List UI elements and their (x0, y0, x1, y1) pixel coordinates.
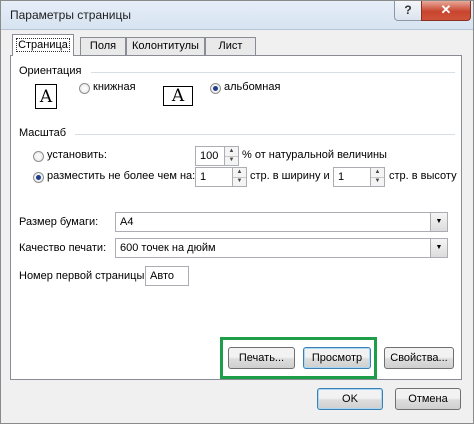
landscape-letter: A (171, 86, 185, 106)
first-page-label: Номер первой страницы: (19, 270, 148, 282)
print-quality-value: 600 точек на дюйм (120, 242, 216, 254)
tab-page[interactable]: Страница (12, 34, 74, 56)
orientation-group-label: Ориентация (19, 65, 82, 77)
tab-panel: Ориентация A книжная A альбомная Масштаб… (10, 55, 462, 380)
tab-sheet[interactable]: Лист (205, 37, 256, 55)
chevron-down-icon[interactable]: ▼ (430, 239, 447, 257)
fit-height-suffix: стр. в высоту (389, 170, 457, 182)
portrait-label: книжная (93, 81, 136, 93)
first-page-input[interactable]: Авто (145, 266, 189, 286)
landscape-radio[interactable] (210, 83, 221, 94)
fit-height-spinner[interactable]: ▲ ▼ (371, 167, 385, 187)
fit-height-input[interactable]: 1 (333, 167, 371, 187)
page-setup-dialog: Параметры страницы ? ✕ Страница Поля Кол… (0, 0, 474, 424)
print-quality-label: Качество печати: (19, 242, 107, 254)
scale-set-radio[interactable] (33, 151, 44, 162)
scale-divider (75, 134, 455, 135)
scale-percent-input[interactable]: 100 (195, 146, 225, 166)
tab-header-footer-label: Колонтитулы (132, 40, 199, 52)
tab-sheet-label: Лист (218, 40, 243, 52)
spin-down-icon[interactable]: ▼ (225, 156, 238, 165)
spin-down-icon[interactable]: ▼ (371, 177, 384, 186)
scale-percent-spinner[interactable]: ▲ ▼ (225, 146, 239, 166)
scale-fit-radio[interactable] (33, 172, 44, 183)
properties-button[interactable]: Свойства... (384, 347, 454, 369)
scale-group-label: Масштаб (19, 127, 67, 139)
fit-width-input[interactable]: 1 (195, 167, 233, 187)
portrait-letter: A (39, 87, 53, 107)
tab-margins-label: Поля (89, 40, 117, 52)
paper-size-label: Размер бумаги: (19, 216, 99, 228)
ok-button[interactable]: OK (317, 388, 383, 410)
tab-margins[interactable]: Поля (80, 37, 126, 55)
help-button[interactable]: ? (394, 1, 422, 21)
tab-page-label: Страница (16, 38, 70, 52)
scale-percent-suffix: % от натуральной величины (242, 149, 387, 161)
fit-width-suffix: стр. в ширину и (250, 170, 330, 182)
portrait-page-icon: A (35, 84, 57, 109)
close-icon: ✕ (440, 2, 452, 17)
cancel-button[interactable]: Отмена (395, 388, 461, 410)
title-bar: Параметры страницы ? ✕ (1, 1, 473, 30)
print-quality-select[interactable]: 600 точек на дюйм ▼ (115, 238, 448, 258)
tab-header-footer[interactable]: Колонтитулы (126, 37, 205, 55)
close-button[interactable]: ✕ (421, 1, 471, 21)
scale-set-label: установить: (47, 149, 107, 161)
portrait-radio[interactable] (79, 83, 90, 94)
paper-size-select[interactable]: A4 ▼ (115, 212, 448, 232)
highlight-frame (220, 337, 377, 379)
scale-fit-label: разместить не более чем на: (47, 170, 196, 182)
landscape-page-icon: A (163, 86, 193, 106)
chevron-down-icon[interactable]: ▼ (430, 213, 447, 231)
fit-width-spinner[interactable]: ▲ ▼ (233, 167, 247, 187)
landscape-label: альбомная (224, 81, 281, 93)
paper-size-value: A4 (120, 216, 134, 228)
window-title: Параметры страницы (10, 8, 131, 22)
orientation-divider (91, 72, 455, 73)
spin-down-icon[interactable]: ▼ (233, 177, 246, 186)
